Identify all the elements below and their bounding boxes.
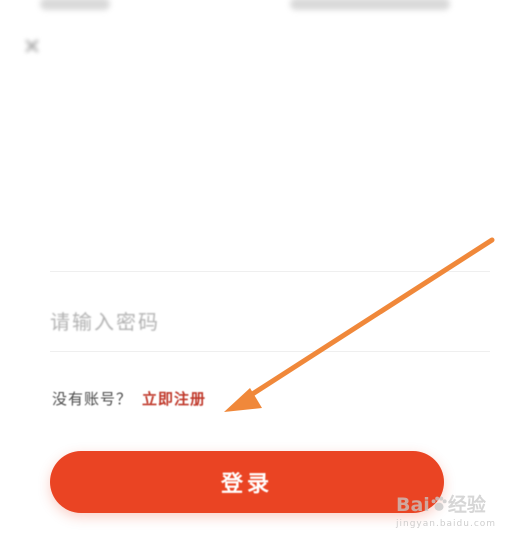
status-bar-time (40, 0, 110, 10)
register-link[interactable]: 立即注册 (142, 390, 206, 408)
close-icon[interactable]: ✕ (18, 34, 46, 62)
status-bar-indicators (290, 0, 450, 10)
account-field-divider (50, 271, 490, 272)
watermark-brand-prefix: Bai (396, 494, 430, 516)
watermark-subtext: jingyan.baidu.com (396, 519, 497, 529)
page-title (50, 112, 350, 156)
paw-icon (431, 496, 447, 511)
forgot-password-link[interactable] (380, 388, 446, 408)
account-input[interactable] (50, 220, 480, 264)
login-button-label: 登录 (220, 472, 273, 497)
page-subtitle (52, 160, 342, 180)
login-button[interactable]: 登录 (50, 451, 444, 513)
watermark-brand-suffix: 经验 (447, 494, 486, 516)
no-account-label: 没有账号？ (52, 390, 133, 408)
status-bar (0, 0, 519, 22)
nav-right-action[interactable] (438, 36, 484, 58)
password-field-divider (50, 351, 490, 352)
password-field (50, 292, 490, 352)
account-field (50, 212, 490, 272)
watermark: Bai 经验 jingyan.baidu.com (396, 492, 516, 542)
password-input[interactable] (50, 300, 480, 344)
